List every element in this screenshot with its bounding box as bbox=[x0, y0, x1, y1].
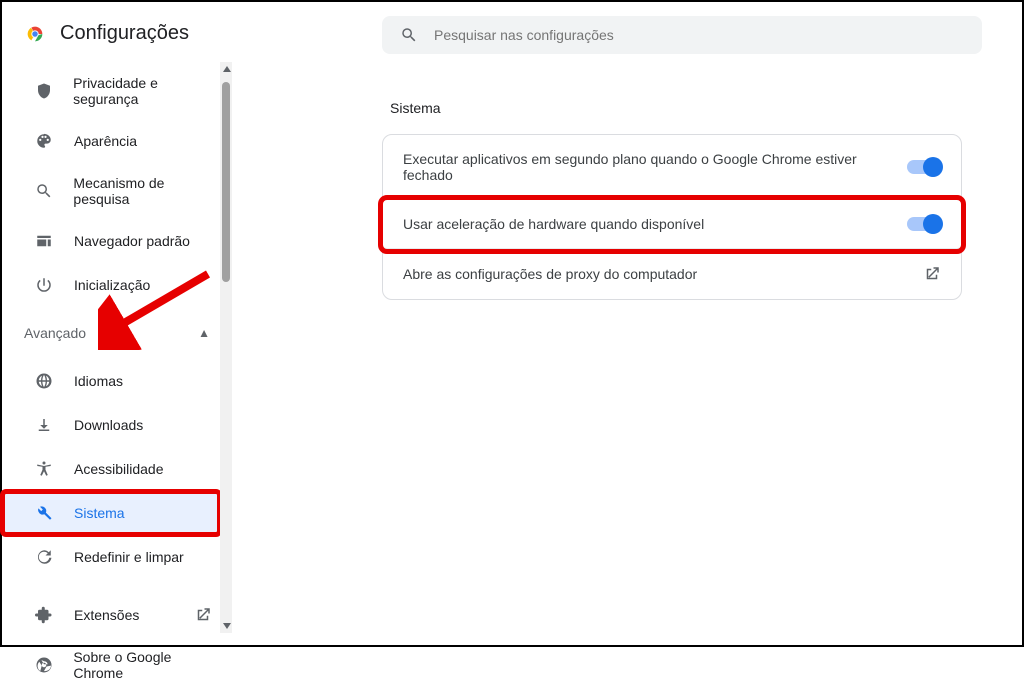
chrome-logo-icon bbox=[24, 23, 46, 45]
power-icon bbox=[34, 275, 54, 295]
search-icon bbox=[400, 26, 418, 44]
sidebar-item-label: Acessibilidade bbox=[74, 461, 164, 477]
system-card: Executar aplicativos em segundo plano qu… bbox=[382, 134, 962, 300]
sidebar-item-a11y[interactable]: Acessibilidade bbox=[2, 447, 220, 491]
wrench-icon bbox=[34, 503, 54, 523]
search-input[interactable] bbox=[434, 27, 964, 43]
sidebar-item-label: Privacidade e segurança bbox=[73, 75, 220, 107]
chevron-up-icon: ▲ bbox=[198, 326, 210, 340]
page-title: Configurações bbox=[60, 22, 189, 45]
scroll-up-icon[interactable] bbox=[223, 66, 231, 72]
external-link-icon bbox=[194, 606, 212, 624]
main-panel: Sistema Executar aplicativos em segundo … bbox=[232, 2, 1022, 645]
sidebar-item-label: Sistema bbox=[74, 505, 125, 521]
setting-label: Abre as configurações de proxy do comput… bbox=[403, 266, 697, 282]
sidebar-item-label: Idiomas bbox=[74, 373, 123, 389]
toggle-bg-apps[interactable] bbox=[907, 160, 941, 174]
sidebar-item-label: Navegador padrão bbox=[74, 233, 190, 249]
extension-icon bbox=[34, 605, 54, 625]
download-icon bbox=[34, 415, 54, 435]
sidebar-scrollbar[interactable] bbox=[220, 62, 232, 633]
settings-search[interactable] bbox=[382, 16, 982, 54]
sidebar-item-reset[interactable]: Redefinir e limpar bbox=[2, 535, 220, 579]
setting-label: Executar aplicativos em segundo plano qu… bbox=[403, 151, 891, 183]
advanced-section-toggle[interactable]: Avançado ▲ bbox=[2, 307, 232, 359]
restore-icon bbox=[34, 547, 54, 567]
nav-advanced: Idiomas Downloads Acessibilidade Sistema Red… bbox=[2, 359, 232, 579]
globe-icon bbox=[34, 371, 54, 391]
nav-top: Privacidade e segurança Aparência Mecanism… bbox=[2, 63, 232, 307]
sidebar-item-label: Inicialização bbox=[74, 277, 150, 293]
sidebar-item-label: Extensões bbox=[74, 607, 139, 623]
sidebar: Configurações Privacidade e segurança Apa… bbox=[2, 2, 232, 645]
sidebar-item-startup[interactable]: Inicialização bbox=[2, 263, 220, 307]
sidebar-item-downloads[interactable]: Downloads bbox=[2, 403, 220, 447]
sidebar-item-label: Sobre o Google Chrome bbox=[73, 649, 220, 681]
sidebar-item-extensions[interactable]: Extensões bbox=[2, 593, 220, 637]
section-title: Sistema bbox=[390, 100, 982, 116]
nav-footer: Extensões Sobre o Google Chrome bbox=[2, 593, 232, 693]
scroll-thumb[interactable] bbox=[222, 82, 230, 282]
sidebar-item-privacy[interactable]: Privacidade e segurança bbox=[2, 63, 220, 119]
sidebar-item-label: Aparência bbox=[74, 133, 137, 149]
sidebar-item-label: Downloads bbox=[74, 417, 143, 433]
sidebar-item-label: Redefinir e limpar bbox=[74, 549, 184, 565]
toggle-hw-accel[interactable] bbox=[907, 217, 941, 231]
sidebar-header: Configurações bbox=[2, 14, 232, 63]
accessibility-icon bbox=[34, 459, 54, 479]
sidebar-item-label: Mecanismo de pesquisa bbox=[73, 175, 220, 207]
advanced-label: Avançado bbox=[24, 325, 86, 341]
sidebar-item-appearance[interactable]: Aparência bbox=[2, 119, 220, 163]
scroll-down-icon[interactable] bbox=[223, 623, 231, 629]
setting-row-proxy[interactable]: Abre as configurações de proxy do comput… bbox=[383, 249, 961, 299]
shield-icon bbox=[34, 81, 53, 101]
sidebar-item-about[interactable]: Sobre o Google Chrome bbox=[2, 637, 220, 693]
launch-icon bbox=[923, 265, 941, 283]
setting-label: Usar aceleração de hardware quando dispo… bbox=[403, 216, 704, 232]
palette-icon bbox=[34, 131, 54, 151]
setting-row-hw-accel[interactable]: Usar aceleração de hardware quando dispo… bbox=[383, 200, 961, 249]
search-icon bbox=[34, 181, 53, 201]
chrome-mono-icon bbox=[34, 655, 53, 675]
setting-row-bg-apps[interactable]: Executar aplicativos em segundo plano qu… bbox=[383, 135, 961, 200]
sidebar-item-system[interactable]: Sistema bbox=[2, 491, 220, 535]
sidebar-item-search-e[interactable]: Mecanismo de pesquisa bbox=[2, 163, 220, 219]
browser-icon bbox=[34, 231, 54, 251]
sidebar-item-default-b[interactable]: Navegador padrão bbox=[2, 219, 220, 263]
sidebar-item-languages[interactable]: Idiomas bbox=[2, 359, 220, 403]
